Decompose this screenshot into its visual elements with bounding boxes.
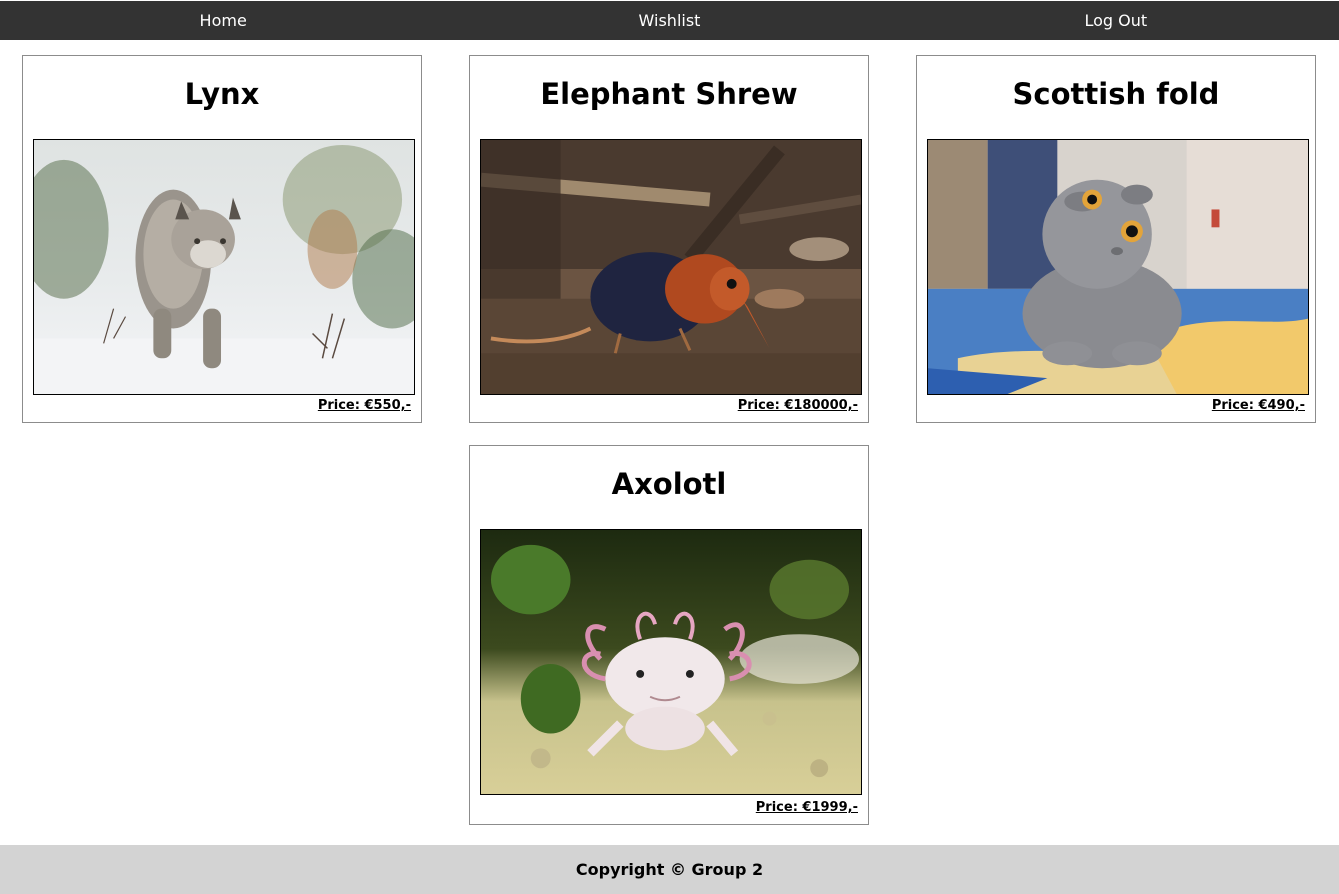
product-price[interactable]: Price: €550,- [318,398,411,413]
product-card-scottish-fold: Scottish fold Price: €490,- [916,55,1316,423]
lynx-photo[interactable] [33,139,415,395]
nav-wishlist-link[interactable]: Wishlist [446,1,892,40]
product-price[interactable]: Price: €180000,- [738,398,858,413]
copyright-text: Copyright © Group 2 [575,860,764,879]
product-title: Scottish fold [1012,77,1220,111]
axolotl-photo[interactable] [480,529,862,795]
scottish-fold-photo[interactable] [927,139,1309,395]
product-card-axolotl: Axolotl Price: €1999,- [469,445,869,825]
nav-logout-link[interactable]: Log Out [893,1,1339,40]
product-card-lynx: Lynx Price: €550,- [22,55,422,423]
top-navbar: Home Wishlist Log Out [0,1,1339,40]
product-price[interactable]: Price: €1999,- [756,800,858,815]
elephant-shrew-photo[interactable] [480,139,862,395]
product-card-elephant-shrew: Elephant Shrew Price: €180000,- [469,55,869,423]
page-footer: Copyright © Group 2 [0,845,1339,894]
product-title: Axolotl [611,467,727,501]
product-title: Lynx [184,77,260,111]
product-title: Elephant Shrew [540,77,798,111]
product-price[interactable]: Price: €490,- [1212,398,1305,413]
nav-home-link[interactable]: Home [0,1,446,40]
